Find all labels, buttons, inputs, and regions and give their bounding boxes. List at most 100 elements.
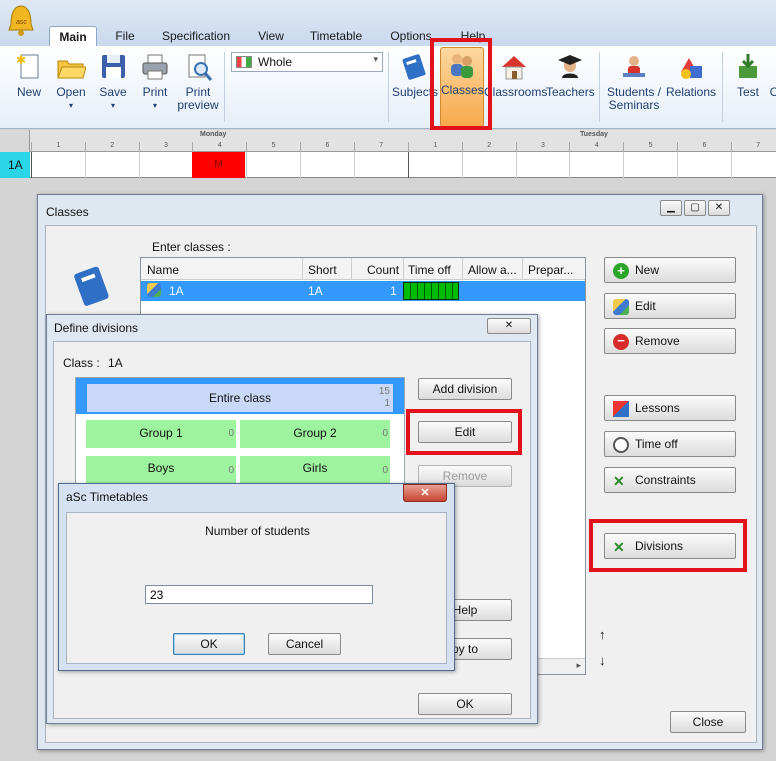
tab-main[interactable]: Main bbox=[49, 26, 97, 46]
grid-cell[interactable] bbox=[353, 152, 408, 178]
new-document-icon: ✱ bbox=[14, 52, 44, 82]
grid-cell[interactable] bbox=[84, 152, 139, 178]
number-of-students-input[interactable] bbox=[145, 585, 373, 604]
tab-help[interactable]: Help bbox=[453, 26, 493, 46]
magnifier-document-icon bbox=[183, 52, 213, 82]
group-count: 0 bbox=[382, 465, 388, 476]
row-short: 1A bbox=[308, 284, 323, 298]
column-header-short[interactable]: Short bbox=[308, 263, 337, 277]
grid-cell[interactable] bbox=[138, 152, 193, 178]
dialog-cancel-button[interactable]: Cancel bbox=[268, 633, 341, 655]
grid-cell[interactable] bbox=[623, 152, 677, 178]
students-seminars-button[interactable]: Students / Seminars bbox=[604, 50, 664, 112]
dialog-title: aSc Timetables bbox=[66, 490, 149, 504]
divisions-ok-button[interactable]: OK bbox=[418, 693, 512, 715]
print-preview-button[interactable]: Print preview bbox=[176, 50, 220, 112]
divisions-close-icon[interactable]: ✕ bbox=[487, 318, 531, 334]
close-window-button[interactable]: ✕ bbox=[708, 200, 730, 216]
ribbon-toolbar: ✱ New Open ▾ Save ▾ Print ▾ Print previe… bbox=[0, 46, 776, 129]
open-button[interactable]: Open ▾ bbox=[52, 50, 90, 112]
column-header-count[interactable]: Count bbox=[367, 263, 399, 277]
grid-cell[interactable] bbox=[246, 152, 300, 178]
timetable-grid: Monday Tuesday 12345671234567 1A M bbox=[0, 130, 776, 178]
tab-options[interactable]: Options bbox=[383, 26, 439, 46]
teachers-button[interactable]: Teachers bbox=[546, 50, 595, 99]
row-count: 1 bbox=[390, 284, 397, 298]
period-header: 6 bbox=[677, 142, 731, 152]
group-cell[interactable]: Girls 0 bbox=[240, 456, 390, 484]
tab-specification[interactable]: Specification bbox=[156, 26, 236, 46]
table-row[interactable]: 1A 1A 1 bbox=[141, 281, 585, 301]
period-header: 6 bbox=[300, 142, 354, 152]
restore-button[interactable]: ▢ bbox=[684, 200, 706, 216]
divisions-button[interactable]: ✕ Divisions bbox=[604, 533, 736, 559]
column-header-name[interactable]: Name bbox=[147, 263, 179, 277]
ribbon-tab-bar: asc Main File Specification View Timetab… bbox=[0, 0, 776, 46]
subjects-button[interactable]: Subjects bbox=[392, 50, 438, 99]
add-division-button[interactable]: Add division bbox=[418, 378, 512, 400]
test-button[interactable]: Test bbox=[729, 50, 767, 99]
plus-circle-icon: + bbox=[613, 263, 629, 279]
print-button[interactable]: Print ▾ bbox=[136, 50, 174, 112]
tab-view[interactable]: View bbox=[252, 26, 290, 46]
lessons-button[interactable]: Lessons bbox=[604, 395, 736, 421]
open-label: Open bbox=[56, 85, 86, 99]
class-value: 1A bbox=[108, 356, 123, 370]
row-label-1a[interactable]: 1A bbox=[0, 152, 30, 178]
grid-cell[interactable] bbox=[300, 152, 354, 178]
class-label: Class : bbox=[63, 356, 100, 370]
remove-class-button[interactable]: − Remove bbox=[604, 328, 736, 354]
new-class-label: New bbox=[635, 263, 660, 277]
students-group-icon bbox=[447, 50, 477, 80]
column-header-allow[interactable]: Allow a... bbox=[468, 263, 517, 277]
close-button[interactable]: Close bbox=[670, 711, 746, 733]
edit-class-button[interactable]: Edit bbox=[604, 293, 736, 319]
day-label-tuesday: Tuesday bbox=[580, 131, 608, 138]
edit-people-icon bbox=[613, 299, 629, 315]
minimize-button[interactable]: ▁ bbox=[660, 200, 682, 216]
grid-cell[interactable] bbox=[569, 152, 623, 178]
scroll-right-icon[interactable]: ▸ bbox=[576, 660, 581, 671]
grid-header-left bbox=[0, 130, 30, 152]
grid-cell[interactable] bbox=[31, 152, 85, 178]
classes-button[interactable]: Classes bbox=[440, 47, 484, 127]
new-class-button[interactable]: + New bbox=[604, 257, 736, 283]
entire-class-row[interactable]: Entire class 15 1 bbox=[76, 378, 404, 414]
classrooms-button[interactable]: Classrooms bbox=[484, 50, 547, 99]
grid-cell[interactable] bbox=[677, 152, 731, 178]
cut-off-button[interactable]: C bbox=[768, 50, 776, 99]
tab-timetable[interactable]: Timetable bbox=[304, 26, 368, 46]
tab-file[interactable]: File bbox=[108, 26, 142, 46]
app-logo-icon[interactable]: asc bbox=[7, 4, 35, 36]
new-button[interactable]: ✱ New bbox=[10, 50, 48, 99]
edit-class-label: Edit bbox=[635, 299, 656, 313]
group-cell[interactable]: Group 1 0 bbox=[86, 420, 236, 448]
constraints-label: Constraints bbox=[635, 473, 696, 487]
column-header-prepare[interactable]: Prepar... bbox=[528, 263, 573, 277]
column-header-time-off[interactable]: Time off bbox=[408, 263, 451, 277]
constraints-button[interactable]: ✕ Constraints bbox=[604, 467, 736, 493]
move-up-button[interactable]: ↑ bbox=[599, 627, 606, 642]
lessons-label: Lessons bbox=[635, 401, 680, 415]
ribbon-separator bbox=[224, 52, 225, 122]
lesson-card-m[interactable]: M bbox=[192, 152, 245, 178]
move-down-button[interactable]: ↓ bbox=[599, 653, 606, 668]
group-cell[interactable]: Group 2 0 bbox=[240, 420, 390, 448]
cut-off-label: C bbox=[769, 85, 776, 99]
relations-button[interactable]: Relations bbox=[664, 50, 718, 99]
group-cell[interactable]: Boys 0 bbox=[86, 456, 236, 484]
divisions-label: Divisions bbox=[635, 539, 684, 553]
column-divider bbox=[351, 258, 352, 280]
grid-cell[interactable] bbox=[515, 152, 570, 178]
grid-cell[interactable] bbox=[408, 152, 462, 178]
print-dropdown-icon: ▾ bbox=[152, 101, 157, 110]
grid-cell[interactable] bbox=[461, 152, 516, 178]
grid-cell[interactable] bbox=[730, 152, 776, 178]
view-select[interactable]: Whole ▾ bbox=[231, 52, 383, 72]
time-off-button[interactable]: Time off bbox=[604, 431, 736, 457]
save-button[interactable]: Save ▾ bbox=[94, 50, 132, 112]
edit-division-button[interactable]: Edit bbox=[418, 421, 512, 443]
dialog-close-icon[interactable]: ✕ bbox=[403, 484, 447, 502]
dialog-ok-button[interactable]: OK bbox=[173, 633, 245, 655]
shapes-icon bbox=[676, 52, 706, 82]
